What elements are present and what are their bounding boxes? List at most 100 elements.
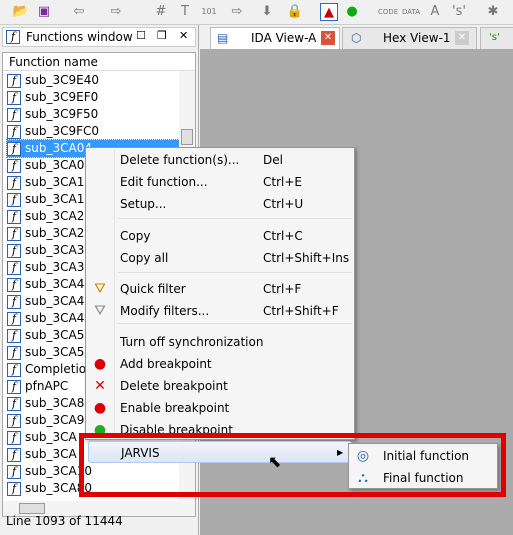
back-arrow-icon[interactable]: ⇦ (70, 3, 88, 21)
function-row[interactable]: f sub_3C9E40 (7, 72, 179, 89)
menu-item-copy[interactable]: Copy Ctrl+C (88, 225, 352, 247)
jump-down-icon[interactable]: ⬇ (258, 3, 276, 21)
menu-item-label: Copy all (120, 251, 169, 265)
menu-item-delete-breakpoint[interactable]: ✕ Delete breakpoint (88, 375, 352, 397)
quick-filter-icon: ⛛ (94, 281, 106, 297)
function-row[interactable]: f sub_3C9F50 (7, 106, 179, 123)
function-name: sub_3CA1 (25, 175, 85, 189)
open-folder-icon[interactable]: 📂 (12, 3, 30, 21)
string-icon[interactable]: 's' (450, 3, 468, 21)
function-name: sub_3CA28 (25, 209, 92, 223)
menu-item-label: Turn off synchronization (120, 335, 264, 349)
menu-item-label: Delete function(s)... (120, 153, 240, 167)
menu-item-copy-all[interactable]: Copy all Ctrl+Shift+Ins (88, 247, 352, 269)
function-name: pfnAPC (25, 379, 69, 393)
menu-item-quick-filter[interactable]: ⛛ Quick filter Ctrl+F (88, 278, 352, 300)
function-name: sub_3CA57 (25, 345, 92, 359)
menu-item-label: Final function (383, 471, 464, 485)
close-icon[interactable]: ✕ (179, 29, 188, 42)
binoculars-hash-icon[interactable]: # (152, 3, 170, 21)
forward-arrow-icon[interactable]: ⇨ (107, 3, 125, 21)
data-icon[interactable]: DATA (402, 3, 420, 21)
function-name: sub_3CA10 (25, 464, 92, 478)
restore-icon[interactable]: ❐ (157, 29, 167, 42)
function-row[interactable]: f sub_3C9EF0 (7, 89, 179, 106)
menu-item-label: Enable breakpoint (120, 401, 230, 415)
menu-item-setup[interactable]: Setup... Ctrl+U (88, 193, 352, 215)
function-name: sub_3C9EF0 (25, 90, 99, 104)
function-icon: f (7, 396, 21, 411)
hex-view-icon: ⬡ (351, 31, 362, 45)
binoculars-text-icon[interactable]: T (176, 3, 194, 21)
menu-item-disable-breakpoint[interactable]: ● Disable breakpoint (88, 419, 352, 441)
menu-item-jarvis[interactable]: JARVIS ▶ (88, 441, 352, 463)
functions-window-title: Functions window (26, 30, 133, 44)
jarvis-submenu: ◎ Initial function ⛬ Final function (348, 443, 498, 489)
function-icon: f (7, 158, 21, 173)
function-name: sub_3CA8 (25, 396, 85, 410)
function-icon: f (7, 226, 21, 241)
warning-icon[interactable]: ▲ (320, 3, 338, 21)
code-icon[interactable]: CODE (378, 3, 398, 21)
mouse-cursor-icon: ⬉ (268, 452, 282, 471)
function-name: sub_3CA50 (25, 328, 92, 342)
menu-item-shortcut: Del (263, 153, 283, 167)
function-name: sub_3CA2 (25, 226, 85, 240)
function-icon: f (7, 345, 21, 360)
menu-item-shortcut: Ctrl+U (263, 197, 304, 211)
tab-ida-view-a[interactable]: ▤ IDA View-A ✕ (210, 27, 340, 51)
ascii-icon[interactable]: A (426, 3, 444, 21)
tab-strings[interactable]: 's' (480, 27, 513, 49)
function-icon: f (7, 294, 21, 309)
menu-item-shortcut: Ctrl+C (263, 229, 303, 243)
menu-item-shortcut: Ctrl+Shift+F (263, 304, 339, 318)
menu-item-shortcut: Ctrl+Shift+Ins (263, 251, 350, 265)
function-icon: f (7, 413, 21, 428)
tab-hex-view-1[interactable]: ⬡ Hex View-1 ✕ (342, 27, 477, 49)
function-icon: f (7, 464, 21, 479)
menu-item-delete-function-s[interactable]: Delete function(s)... Del (88, 149, 352, 171)
lock-icon[interactable]: 🔒 (286, 3, 304, 21)
menu-item-enable-breakpoint[interactable]: ● Enable breakpoint (88, 397, 352, 419)
asterisk-icon[interactable]: ✱ (484, 3, 502, 21)
column-header-function-name[interactable]: Function name (3, 53, 195, 71)
function-name: sub_3CA9 (25, 413, 85, 427)
submenu-arrow-icon: ▶ (337, 448, 344, 457)
menu-item-add-breakpoint[interactable]: ● Add breakpoint (88, 353, 352, 375)
menu-item-label: Delete breakpoint (120, 379, 228, 393)
menu-item-label: Modify filters... (120, 304, 210, 318)
function-name: sub_3CA3 (25, 260, 85, 274)
function-icon: f (7, 243, 21, 258)
close-tab-icon[interactable]: ✕ (455, 31, 469, 45)
menu-item-label: Copy (120, 229, 151, 243)
binoculars-binary-icon[interactable]: 101 (200, 3, 218, 21)
function-name: sub_3CA34 (25, 243, 92, 257)
function-icon: f (7, 260, 21, 275)
menu-item-edit-function[interactable]: Edit function... Ctrl+E (88, 171, 352, 193)
function-name: sub_3CA (25, 447, 77, 461)
menu-item-turn-off-synchronization[interactable]: Turn off synchronization (88, 331, 352, 353)
ida-view-icon: ▤ (217, 31, 229, 45)
function-row[interactable]: f sub_3CA10 (7, 463, 179, 480)
function-row[interactable]: f sub_3CA80 (7, 480, 179, 497)
close-tab-icon[interactable]: ✕ (321, 31, 335, 45)
save-icon[interactable]: ▣ (35, 3, 53, 21)
maximize-icon[interactable]: ☐ (136, 29, 146, 42)
tab-label: Hex View-1 (383, 31, 451, 45)
menu-item-label: Disable breakpoint (120, 423, 233, 437)
menu-item-modify-filters[interactable]: ⛛ Modify filters... Ctrl+Shift+F (88, 300, 352, 322)
function-row[interactable]: f sub_3C9FC0 (7, 123, 179, 140)
function-name: sub_3CA0 (25, 158, 85, 172)
menu-item-final-function[interactable]: ⛬ Final function (351, 467, 497, 489)
binoculars-next-icon[interactable]: ⇨ (228, 3, 246, 21)
menu-item-initial-function[interactable]: ◎ Initial function (351, 445, 497, 467)
function-name: sub_3CA1 (25, 192, 85, 206)
tab-label: IDA View-A (251, 31, 317, 45)
function-icon: f (7, 447, 21, 462)
menu-item-label: Initial function (383, 449, 470, 463)
function-name: sub_3C9E40 (25, 73, 99, 87)
delete-breakpoint-icon: ✕ (94, 378, 106, 394)
green-circle-icon[interactable]: ● (343, 3, 361, 21)
context-menu: Delete function(s)... Del Edit function...… (85, 147, 355, 463)
function-icon: f (7, 481, 21, 496)
